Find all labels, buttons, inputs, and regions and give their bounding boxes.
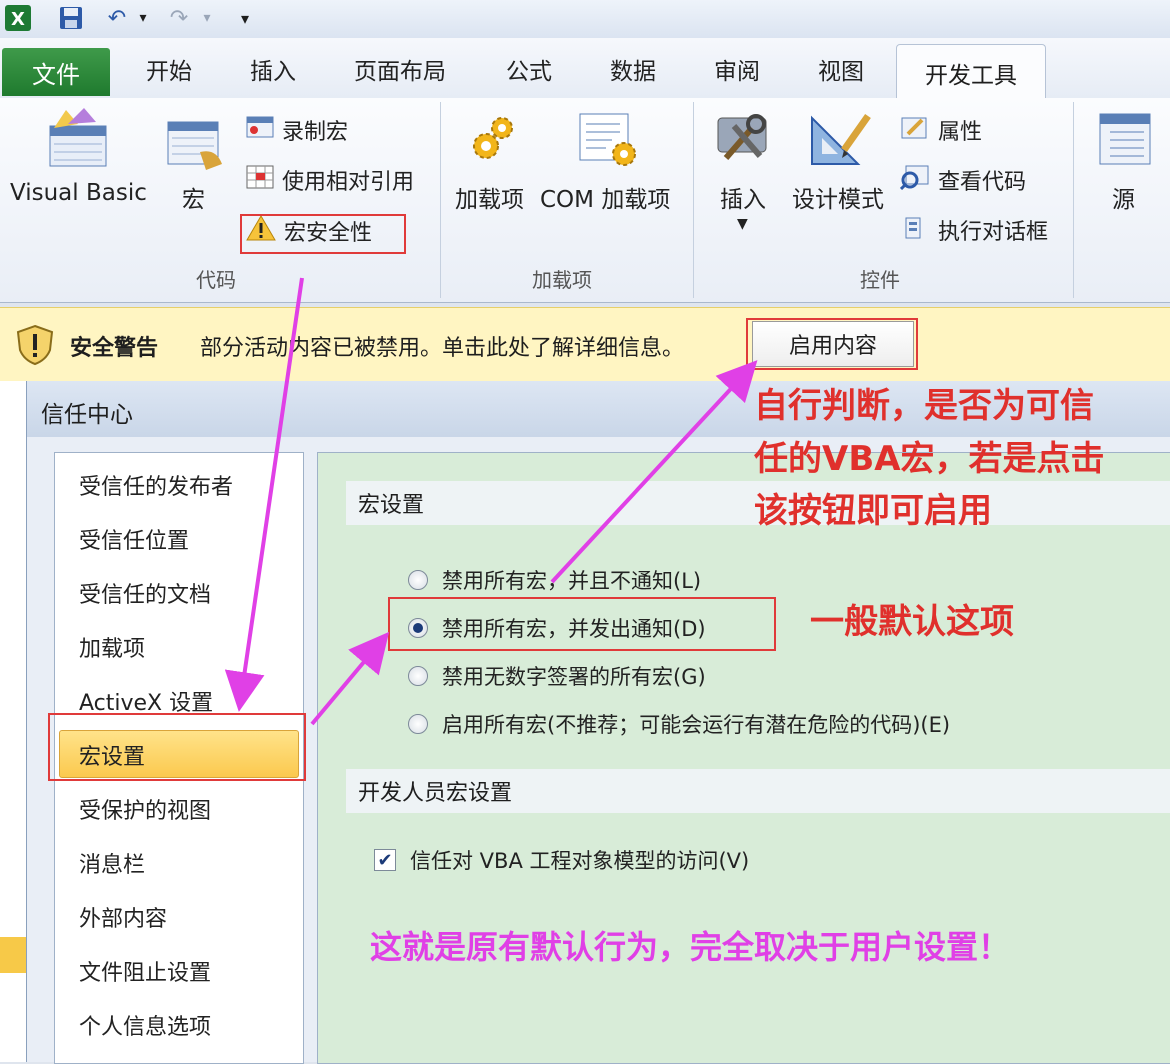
annotation-arrows [224,277,758,726]
arrow-to-default-option [310,631,390,726]
arrow-to-enable-content [550,360,758,584]
arrow-to-macro-settings [224,277,304,712]
